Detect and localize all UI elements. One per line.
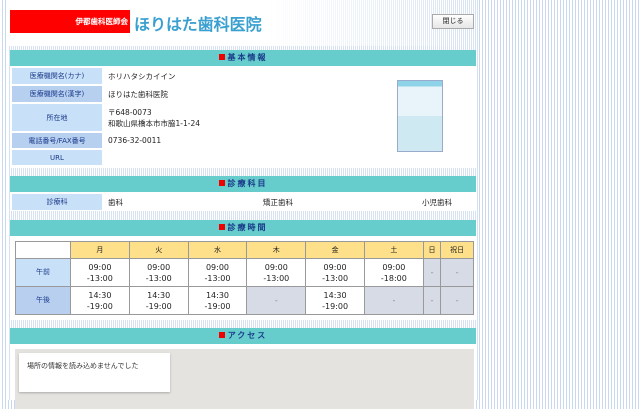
hours-cell: -	[422, 286, 442, 315]
hours-row: 午後 14:30 -19:00 14:30 -19:00 14:30 -19:00-14:3…	[15, 286, 474, 315]
clinic-title: ほりはた歯科医院	[134, 15, 262, 34]
department-item: 歯科	[108, 197, 123, 207]
section-header: 基本情報	[10, 50, 476, 66]
red-square-icon	[218, 224, 225, 230]
red-square-icon	[218, 54, 225, 60]
red-square-icon	[218, 332, 225, 338]
section-header: アクセス	[10, 328, 476, 344]
section-header: 診療科目	[10, 176, 476, 192]
period-label: 午前	[15, 258, 71, 287]
hours-cell: 09:00 -13:00	[305, 258, 365, 287]
day-header: 祝日	[440, 241, 474, 259]
label-phone: 電話番号/FAX番号	[12, 133, 102, 148]
day-header: 金	[305, 241, 365, 259]
hours-cell: -	[440, 286, 474, 315]
hours-cell: 09:00 -18:00	[363, 258, 424, 287]
department-item: 矯正歯科	[263, 197, 293, 207]
label-kana: 医療機関名(カナ)	[12, 68, 102, 84]
map[interactable]: 場所の情報を読み込めませんでした	[15, 349, 474, 409]
hours-cell: 14:30 -19:00	[305, 286, 365, 315]
hours-section: 診療時間 月火水木金土日祝日 午前 09:00 -13:00 09:00 -13:00 09…	[10, 220, 476, 320]
day-header: 木	[246, 241, 307, 259]
label-kanji: 医療機関名(漢字)	[12, 86, 102, 102]
period-label: 午後	[15, 286, 71, 315]
hours-row: 午前 09:00 -13:00 09:00 -13:00 09:00 -13:00 09:00…	[15, 258, 474, 287]
address: 和歌山県橋本市市脇1-1-24	[108, 118, 200, 128]
value-url[interactable]	[102, 150, 108, 165]
departments-section: 診療科目 診療科 歯科 矯正歯科 小児歯科	[10, 176, 476, 211]
label-departments: 診療科	[12, 194, 102, 210]
hours-cell: 14:30 -19:00	[187, 286, 248, 315]
day-header: 土	[363, 241, 424, 259]
day-header: 火	[128, 241, 189, 259]
hours-cell: 14:30 -19:00	[70, 286, 130, 315]
hours-table: 月火水木金土日祝日 午前 09:00 -13:00 09:00 -13:00 09:00 -1…	[15, 241, 474, 315]
hours-cell: 14:30 -19:00	[128, 286, 189, 315]
hours-cell: -	[440, 258, 474, 287]
association-logo: 伊都歯科医師会	[10, 10, 130, 33]
day-header: 日	[422, 241, 442, 259]
value-phone: 0736-32-0011	[108, 136, 162, 145]
label-address: 所在地	[12, 104, 102, 131]
page: 伊都歯科医師会 ほりはた歯科医院 閉じる 基本情報 医療機関名(カナ) ホリハタシ…	[8, 0, 478, 409]
day-header: 水	[187, 241, 248, 259]
section-header: 診療時間	[10, 220, 476, 236]
hours-cell: 09:00 -13:00	[246, 258, 307, 287]
access-section: アクセス 場所の情報を読み込めませんでした	[10, 328, 476, 409]
red-square-icon	[218, 180, 225, 186]
hours-cell: 09:00 -13:00	[128, 258, 189, 287]
hours-cell: -	[422, 258, 442, 287]
value-kana: ホリハタシカイイン	[108, 71, 176, 81]
clinic-poster-image	[397, 80, 443, 152]
value-kanji: ほりはた歯科医院	[108, 89, 168, 99]
postal-code: 〒648-0073	[108, 107, 152, 117]
hours-cell: 09:00 -13:00	[187, 258, 248, 287]
map-error-message: 場所の情報を読み込めませんでした	[19, 353, 170, 392]
hours-cell: 09:00 -13:00	[70, 258, 130, 287]
day-header: 月	[70, 241, 130, 259]
hours-cell: -	[363, 286, 424, 315]
close-button[interactable]: 閉じる	[432, 14, 474, 29]
department-item: 小児歯科	[422, 197, 452, 207]
label-url: URL	[12, 150, 102, 165]
hours-cell: -	[246, 286, 307, 315]
